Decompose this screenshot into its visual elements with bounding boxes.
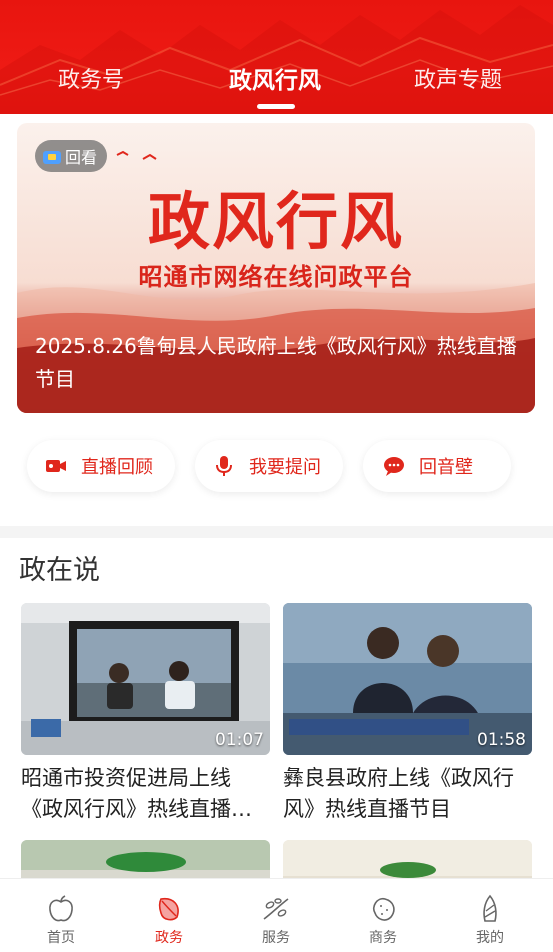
video-camera-icon <box>45 455 67 477</box>
tab-zhengfeng-xingfeng[interactable]: 政风行风 <box>229 62 321 100</box>
video-card[interactable]: 01:07 昭通市投资促进局上线《政风行风》热线直播节目 <box>21 603 270 825</box>
nav-profile[interactable]: 我的 <box>450 893 530 947</box>
nav-business-label: 商务 <box>369 930 397 946</box>
leaf-icon <box>153 893 185 925</box>
video-thumbnail: 01:58 <box>283 603 532 755</box>
nav-services[interactable]: 服务 <box>236 893 316 947</box>
top-header: 政务号 政风行风 政声专题 <box>0 0 553 114</box>
featured-banner[interactable]: 回看 政风行风 昭通市网络在线问政平台 2025.8.26鲁甸县人民政府上线《政… <box>17 123 535 413</box>
microphone-icon <box>213 455 235 477</box>
bamboo-shoot-icon <box>474 893 506 925</box>
video-thumbnail: 01:07 <box>21 603 270 755</box>
tab-zhengsheng-zhuanti[interactable]: 政声专题 <box>414 62 502 100</box>
tab-zhengwuhao[interactable]: 政务号 <box>58 62 124 100</box>
banner-subtitle: 昭通市网络在线问政平台 <box>138 263 414 291</box>
apple-icon <box>45 893 77 925</box>
nav-home[interactable]: 首页 <box>21 893 101 947</box>
nav-home-label: 首页 <box>47 930 75 946</box>
replay-badge: 回看 <box>35 140 108 172</box>
potato-icon <box>367 893 399 925</box>
video-duration: 01:58 <box>477 730 526 750</box>
quick-actions: 直播回顾 我要提问 回音壁 <box>0 440 553 494</box>
active-tab-indicator <box>257 104 295 109</box>
video-duration: 01:07 <box>215 730 264 750</box>
tv-icon <box>43 148 61 164</box>
nav-services-label: 服务 <box>262 930 290 946</box>
replay-badge-label: 回看 <box>65 148 98 167</box>
branch-icon <box>260 893 292 925</box>
chat-bubble-icon <box>383 455 405 477</box>
banner-caption: 2025.8.26鲁甸县人民政府上线《政风行风》热线直播节目 <box>35 334 517 391</box>
video-card[interactable]: 01:58 彝良县政府上线《政风行风》热线直播节目 <box>283 603 532 825</box>
ask-question-button[interactable]: 我要提问 <box>195 440 343 492</box>
video-title: 昭通市投资促进局上线《政风行风》热线直播节目 <box>21 766 252 821</box>
banner-title: 政风行风 <box>147 185 404 258</box>
echo-wall-button[interactable]: 回音壁 <box>363 440 511 492</box>
ask-question-label: 我要提问 <box>249 457 321 478</box>
section-divider <box>0 526 553 538</box>
video-title: 彝良县政府上线《政风行风》热线直播节目 <box>283 766 514 821</box>
nav-government-label: 政务 <box>155 930 183 946</box>
nav-business[interactable]: 商务 <box>343 893 423 947</box>
nav-government[interactable]: 政务 <box>129 893 209 947</box>
bottom-navigation: 首页 政务 服务 商务 我的 <box>0 878 553 952</box>
nav-profile-label: 我的 <box>476 930 504 946</box>
live-replay-button[interactable]: 直播回顾 <box>27 440 175 492</box>
section-title: 政在说 <box>19 555 100 586</box>
live-replay-label: 直播回顾 <box>81 457 153 478</box>
header-tabs: 政务号 政风行风 政声专题 <box>0 62 553 102</box>
echo-wall-label: 回音壁 <box>419 457 473 478</box>
